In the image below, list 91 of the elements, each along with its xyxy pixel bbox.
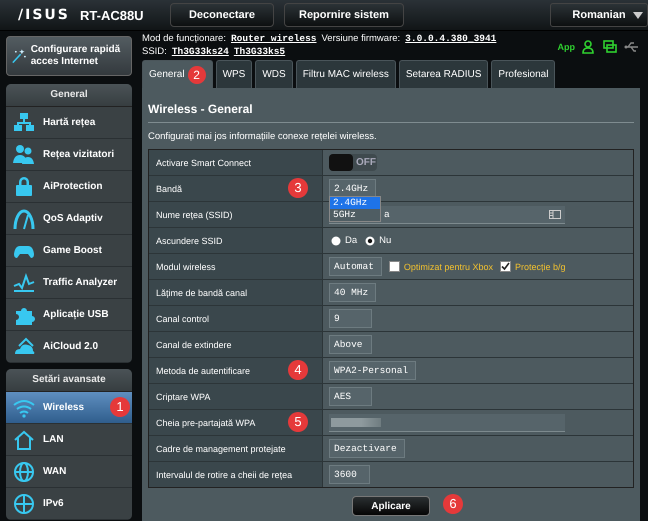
tab[interactable]: Profesional xyxy=(491,60,556,88)
radio-button[interactable] xyxy=(365,236,376,246)
setting-label: Lățime de bandă canal xyxy=(149,280,323,305)
select-field[interactable]: WPA2-Personal xyxy=(329,361,416,380)
setting-label: Modul wireless xyxy=(149,254,323,279)
sidebar-item[interactable]: AiProtection xyxy=(6,171,132,203)
input-field[interactable]: 3600 xyxy=(329,465,370,484)
setting-label: Criptare WPA xyxy=(149,384,323,409)
select-field[interactable]: Above xyxy=(329,335,372,354)
sidebar-item[interactable]: Traffic Analyzer xyxy=(6,267,132,299)
header-button[interactable]: Deconectare xyxy=(170,3,274,27)
globe-icon xyxy=(13,492,35,514)
apply-button[interactable]: Aplicare xyxy=(352,496,430,516)
number-badge: 2 xyxy=(188,66,206,84)
sidebar-item[interactable]: LAN xyxy=(6,424,132,456)
ssid-link[interactable]: Th3G33ks5 xyxy=(234,45,286,58)
gauge-icon xyxy=(13,208,35,230)
dropdown-option[interactable]: 2.4GHz xyxy=(330,197,380,209)
language-dropdown[interactable]: Romanian xyxy=(550,3,648,27)
setting-label: Nume rețea (SSID) xyxy=(149,202,323,227)
setting-label: Cadre de management protejate xyxy=(149,436,323,461)
caret-icon xyxy=(633,12,643,19)
sidebar-item[interactable]: Hartă rețea xyxy=(6,107,132,139)
sidebar-item[interactable]: IPv6 xyxy=(6,488,132,520)
ssid-label: SSID: xyxy=(142,45,167,58)
blurred-text xyxy=(331,418,381,426)
line-chart-icon xyxy=(13,272,35,294)
select-field[interactable]: 2.4GHz xyxy=(329,179,376,198)
select-field[interactable]: 9 xyxy=(329,309,372,328)
password-field[interactable] xyxy=(329,414,565,432)
setting-label: Canal control xyxy=(149,306,323,331)
monitor-icon xyxy=(603,40,617,54)
number-badge: 4 xyxy=(288,360,308,380)
mode-label: Mod de funcționare: xyxy=(142,32,226,45)
people-icon xyxy=(13,144,35,166)
sidebar-item[interactable]: WAN xyxy=(6,456,132,488)
sidebar-item[interactable]: Wireless 1 xyxy=(6,392,132,424)
network-map-icon xyxy=(13,112,35,134)
sidebar-item[interactable]: AiCloud 2.0 xyxy=(6,331,132,363)
select-field[interactable]: Automat xyxy=(329,257,382,276)
setting-label: Bandă 3 xyxy=(149,176,323,201)
mode-link[interactable]: Router wireless xyxy=(230,32,316,45)
setting-label: Intervalul de rotire a cheii de rețea xyxy=(149,462,323,487)
setting-label: Metoda de autentificare 4 xyxy=(149,358,323,383)
sidebar-item[interactable]: Game Boost xyxy=(6,235,132,267)
select-field[interactable]: Dezactivare xyxy=(329,439,405,458)
tab[interactable]: General 2 xyxy=(142,60,213,88)
setting-label: Canal de extindere xyxy=(149,332,323,357)
checkbox[interactable] xyxy=(500,261,511,272)
radio-label: Nu xyxy=(379,235,392,246)
lock-icon xyxy=(13,176,35,198)
number-badge: 6 xyxy=(443,494,463,514)
card-icon xyxy=(549,210,561,218)
header-button[interactable]: Repornire sistem xyxy=(284,3,404,27)
ssid-link[interactable]: Th3G33ks24 xyxy=(172,45,229,58)
section-header: General xyxy=(6,84,132,107)
setting-label: Ascundere SSID xyxy=(149,228,323,253)
sidebar-item[interactable]: Rețea vizitatori xyxy=(6,139,132,171)
toggle-switch[interactable]: OFF xyxy=(329,154,377,171)
model-name: RT-AC88U xyxy=(80,8,145,22)
select-field[interactable]: AES xyxy=(329,387,372,406)
number-badge: 1 xyxy=(110,397,130,417)
setting-label: Activare Smart Connect xyxy=(149,150,323,175)
person-icon xyxy=(582,40,596,54)
checkbox-label: Protecție b/g xyxy=(514,262,566,272)
number-badge: 5 xyxy=(288,412,308,432)
description: Configurați mai jos informațiile conexe rețelei wireless. xyxy=(148,131,378,142)
select-field[interactable]: 40 MHz xyxy=(329,283,376,302)
checkbox[interactable] xyxy=(388,261,400,272)
sidebar-item[interactable]: QoS Adaptiv xyxy=(6,203,132,235)
section-header: Setări avansate xyxy=(6,369,132,392)
tab[interactable]: Filtru MAC wireless xyxy=(296,60,396,88)
sidebar-item[interactable]: Aplicație USB xyxy=(6,299,132,331)
checkbox-label: Optimizat pentru Xbox xyxy=(404,262,493,272)
dropdown-option[interactable]: 5GHz xyxy=(330,209,380,221)
app-status[interactable]: App xyxy=(558,42,575,52)
radio-label: Da xyxy=(345,235,358,246)
firmware-link[interactable]: 3.0.0.4.380_3941 xyxy=(405,32,496,45)
tab[interactable]: Setarea RADIUS xyxy=(398,60,488,88)
number-badge: 3 xyxy=(288,178,308,198)
quick-setup-button[interactable]: Configurare rapidă acces Internet xyxy=(6,36,132,76)
tab[interactable]: WDS xyxy=(255,60,293,88)
logo: /ISUS xyxy=(18,7,71,23)
globe-icon xyxy=(13,460,35,482)
setting-label: Cheia pre-partajată WPA 5 xyxy=(149,410,323,435)
firmware-label: Versiune firmware: xyxy=(322,32,400,45)
house-icon xyxy=(13,428,35,450)
radio-button[interactable] xyxy=(331,236,341,246)
usb-icon xyxy=(624,41,640,53)
page-title: Wireless - General xyxy=(148,101,254,118)
tab[interactable]: WPS xyxy=(216,60,252,88)
